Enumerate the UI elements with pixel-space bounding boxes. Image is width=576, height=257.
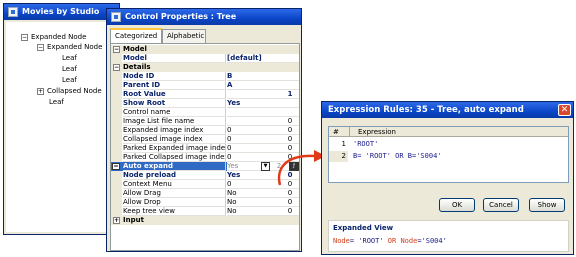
tree-leaf[interactable]: Leaf <box>49 98 64 107</box>
movies-titlebar[interactable]: Movies by Studio <box>4 4 119 20</box>
property-row[interactable]: Keep tree view No 0 <box>111 207 299 216</box>
tree-node[interactable]: + Collapsed Node <box>37 87 102 96</box>
tree-node[interactable]: − Expanded Node <box>37 43 102 52</box>
column-number: # <box>333 128 339 136</box>
movies-window: Movies by Studio − Expanded Node − Expande… <box>3 3 120 235</box>
show-button[interactable]: Show <box>529 198 565 212</box>
property-row[interactable]: Expanded image index 0 0 <box>111 126 299 135</box>
properties-title: Control Properties : Tree <box>125 12 237 21</box>
grid-header: # Expression <box>329 127 568 137</box>
chevron-down-icon[interactable]: ▼ <box>261 162 270 171</box>
expression-title: Expression Rules: 35 - Tree, auto expand <box>328 105 524 115</box>
property-row[interactable]: Model [default] <box>111 54 299 63</box>
tree-leaf[interactable]: Leaf <box>62 54 77 63</box>
expression-grid: # Expression 1 'ROOT' 2 B= 'ROOT' OR B='… <box>328 126 569 183</box>
properties-titlebar[interactable]: Control Properties : Tree <box>107 9 301 25</box>
property-row[interactable]: Control name <box>111 108 299 117</box>
collapse-icon[interactable]: − <box>113 46 120 53</box>
collapse-icon[interactable]: − <box>113 64 120 71</box>
app-icon <box>111 12 121 22</box>
movies-title: Movies by Studio <box>22 7 100 16</box>
expanded-view-heading: Expanded View <box>333 224 394 232</box>
tree-leaf[interactable]: Leaf <box>62 65 77 74</box>
expand-toggle-icon[interactable]: + <box>37 87 44 95</box>
tree-leaf[interactable]: Leaf <box>62 76 77 85</box>
collapse-toggle-icon[interactable]: − <box>37 43 44 51</box>
category-details[interactable]: − Details <box>111 63 299 72</box>
tab-alphabetic[interactable]: Alphabetic <box>162 29 206 43</box>
expression-marker-icon: = <box>112 163 120 170</box>
category-input[interactable]: + Input <box>111 216 299 225</box>
expression-row[interactable]: 1 'ROOT' <box>329 139 568 150</box>
ok-button[interactable]: OK <box>439 198 475 212</box>
close-icon[interactable]: ✕ <box>558 104 571 116</box>
expand-icon[interactable]: + <box>113 217 120 224</box>
property-row[interactable]: Allow Drop No 0 <box>111 198 299 207</box>
expression-rules-window: Expression Rules: 35 - Tree, auto expand… <box>321 101 574 255</box>
property-row[interactable]: Parent ID A <box>111 81 299 90</box>
property-row[interactable]: Root Value 1 <box>111 90 299 99</box>
property-row[interactable]: Allow Drag No 0 <box>111 189 299 198</box>
column-expression: Expression <box>349 127 396 137</box>
cancel-button[interactable]: Cancel <box>483 198 519 212</box>
collapse-toggle-icon[interactable]: − <box>21 33 28 41</box>
category-model[interactable]: − Model <box>111 45 299 54</box>
expanded-view-text: Node= 'ROOT' OR Node='S004' <box>333 237 447 245</box>
tab-categorized[interactable]: Categorized <box>110 28 162 43</box>
property-row[interactable]: Show Root Yes <box>111 99 299 108</box>
expression-titlebar[interactable]: Expression Rules: 35 - Tree, auto expand… <box>322 102 573 118</box>
tree-node[interactable]: − Expanded Node <box>21 33 86 42</box>
expression-row[interactable]: 2 B= 'ROOT' OR B='S004' <box>329 151 568 162</box>
properties-window: Control Properties : Tree Categorized Al… <box>106 8 302 252</box>
property-row[interactable]: Node ID B <box>111 72 299 81</box>
app-icon <box>8 7 18 17</box>
tree-view[interactable]: − Expanded Node − Expanded Node Leaf Leaf … <box>4 20 119 234</box>
property-row[interactable]: Image List file name 0 <box>111 117 299 126</box>
expanded-view: Expanded View Node= 'ROOT' OR Node='S004… <box>328 220 569 252</box>
